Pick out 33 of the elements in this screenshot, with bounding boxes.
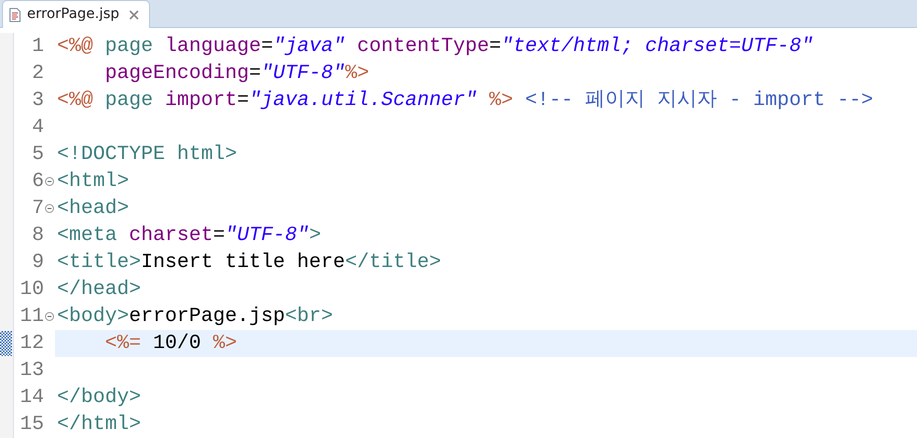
code-line: <meta charset="UTF-8"> [56, 223, 322, 249]
line-number: 14 [18, 385, 44, 411]
code-line: </html> [56, 412, 142, 438]
line-number: 2 [30, 61, 44, 87]
code-line: <head> [56, 196, 130, 222]
code-line: </body> [56, 385, 142, 411]
line-number: 11 [18, 304, 44, 330]
close-icon[interactable] [129, 10, 140, 20]
line-number: 3 [30, 88, 44, 114]
line-number: 10 [18, 277, 44, 303]
code-line: <body>errorPage.jsp<br> [56, 304, 334, 330]
code-line: <%@ page import="java.util.Scanner" %> <!-- 페이지 지시자 - import --> [56, 88, 874, 114]
line-number: 12 [18, 331, 44, 357]
line-number: 6 [30, 169, 44, 195]
code-line: <!DOCTYPE html> [56, 142, 238, 168]
code-line: <title>Insert title here</title> [56, 250, 442, 276]
line-number: 9 [30, 250, 44, 276]
code-line: <%@ page language="java" contentType="text/html; charset=UTF-8" [56, 34, 814, 60]
code-line: <html> [56, 169, 130, 195]
code-line: </head> [56, 277, 142, 303]
line-number: 8 [30, 223, 44, 249]
fold-icon[interactable] [45, 177, 54, 186]
file-icon [9, 8, 21, 22]
fold-icon[interactable] [45, 204, 54, 213]
editor-tab[interactable]: errorPage.jsp [2, 0, 150, 28]
line-number: 5 [30, 142, 44, 168]
line-number: 7 [30, 196, 44, 222]
line-number: 13 [18, 358, 44, 384]
line-number: 15 [18, 412, 44, 438]
code-line: pageEncoding="UTF-8"%> [104, 61, 370, 87]
fold-icon[interactable] [45, 312, 54, 321]
line-number: 4 [30, 115, 44, 141]
line-number: 1 [30, 34, 44, 60]
